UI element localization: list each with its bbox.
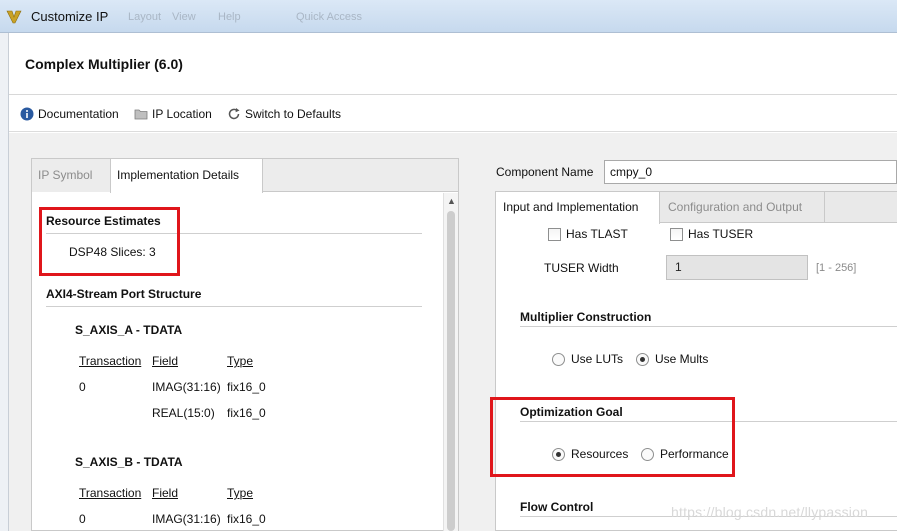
resources-radio[interactable] — [552, 448, 565, 461]
optimization-goal-title: Optimization Goal — [520, 405, 623, 419]
tab-configuration-and-output-label: Configuration and Output — [668, 200, 803, 214]
flow-control-title: Flow Control — [520, 500, 594, 514]
tuser-width-range: [1 - 256] — [816, 262, 857, 274]
divider — [520, 326, 897, 327]
table-cell: fix16_0 — [227, 512, 266, 526]
title-bar: Customize IP Layout View Help Quick Acce… — [0, 0, 897, 33]
tab-implementation-details-label: Implementation Details — [117, 168, 240, 182]
use-luts-radio[interactable] — [552, 353, 565, 366]
ghost-menu-view: View — [172, 11, 196, 23]
tab-ip-symbol-label: IP Symbol — [38, 168, 93, 182]
tab-input-and-implementation-label: Input and Implementation — [503, 200, 639, 214]
has-tuser-checkbox[interactable] — [670, 228, 683, 241]
component-name-label: Component Name — [496, 165, 594, 179]
port-a-header-field: Field — [152, 354, 179, 368]
tab-input-and-implementation[interactable]: Input and Implementation — [496, 192, 660, 224]
port-b-header-field: Field — [152, 486, 179, 500]
window-title: Customize IP — [31, 9, 109, 24]
switch-to-defaults-label: Switch to Defaults — [245, 107, 342, 121]
ghost-menu-layout: Layout — [128, 11, 162, 23]
component-name-input[interactable] — [604, 160, 897, 184]
tuser-width-field[interactable]: 1 — [666, 255, 808, 280]
multiplier-construction-title: Multiplier Construction — [520, 310, 652, 324]
window-left-edge — [0, 33, 9, 531]
watermark: https://blog.csdn.net/llypassion — [671, 504, 869, 520]
divider — [46, 306, 422, 307]
resource-estimates-title: Resource Estimates — [46, 214, 161, 228]
info-icon — [20, 107, 34, 121]
ghost-quick-access: Quick Access — [296, 11, 363, 23]
tab-configuration-and-output[interactable]: Configuration and Output — [661, 192, 825, 223]
table-cell: fix16_0 — [227, 406, 266, 420]
ip-location-label: IP Location — [152, 107, 212, 121]
port-b-header-transaction: Transaction — [79, 486, 142, 500]
ip-title: Complex Multiplier (6.0) — [25, 56, 183, 72]
folder-icon — [134, 109, 148, 120]
implementation-details-body: Resource Estimates DSP48 Slices: 3 AXI4-… — [32, 193, 442, 531]
dsp48-slices-value: DSP48 Slices: 3 — [69, 245, 156, 259]
table-cell: IMAG(31:16) — [152, 512, 221, 526]
axi-stream-title: AXI4-Stream Port Structure — [46, 287, 202, 301]
ip-location-button[interactable]: IP Location — [134, 107, 212, 121]
port-a-header-transaction: Transaction — [79, 354, 142, 368]
toolbar: Documentation IP Location Switch to Defa… — [9, 96, 897, 132]
table-cell: REAL(15:0) — [152, 406, 215, 420]
tab-ip-symbol[interactable]: IP Symbol — [32, 159, 110, 192]
content-area: IP Symbol Implementation Details Resourc… — [9, 133, 897, 531]
has-tuser-label: Has TUSER — [688, 227, 754, 241]
port-a-header-type: Type — [227, 354, 254, 368]
port-a-name: S_AXIS_A - TDATA — [75, 323, 183, 337]
resources-label: Resources — [571, 447, 629, 461]
table-cell: IMAG(31:16) — [152, 380, 221, 394]
divider — [520, 421, 897, 422]
has-tlast-checkbox[interactable] — [548, 228, 561, 241]
refresh-icon — [228, 108, 240, 120]
scroll-up-icon[interactable]: ▲ — [447, 196, 456, 206]
port-b-header-type: Type — [227, 486, 254, 500]
use-mults-radio[interactable] — [636, 353, 649, 366]
use-mults-label: Use Mults — [655, 352, 709, 366]
port-b-name: S_AXIS_B - TDATA — [75, 455, 183, 469]
use-luts-label: Use LUTs — [571, 352, 624, 366]
table-cell: 0 — [79, 380, 86, 394]
performance-label: Performance — [660, 447, 729, 461]
left-tab-bar: IP Symbol Implementation Details — [32, 159, 458, 193]
vivado-logo-icon — [6, 10, 22, 24]
ghost-menu-help: Help — [218, 11, 241, 23]
documentation-label: Documentation — [38, 107, 119, 121]
table-cell: fix16_0 — [227, 380, 266, 394]
left-scrollbar[interactable]: ▲ — [443, 193, 458, 531]
switch-to-defaults-button[interactable]: Switch to Defaults — [227, 107, 341, 121]
ip-header: Complex Multiplier (6.0) — [9, 33, 897, 95]
has-tlast-label: Has TLAST — [566, 227, 628, 241]
table-cell: 0 — [79, 512, 86, 526]
scroll-thumb[interactable] — [447, 211, 455, 531]
tuser-width-label: TUSER Width — [544, 261, 619, 275]
documentation-button[interactable]: Documentation — [20, 107, 119, 121]
divider — [46, 233, 422, 234]
performance-radio[interactable] — [641, 448, 654, 461]
right-tab-bar: Input and Implementation Configuration a… — [496, 192, 897, 224]
right-panel: Input and Implementation Configuration a… — [495, 191, 897, 531]
left-panel: IP Symbol Implementation Details Resourc… — [31, 158, 459, 531]
tab-implementation-details[interactable]: Implementation Details — [110, 159, 263, 193]
